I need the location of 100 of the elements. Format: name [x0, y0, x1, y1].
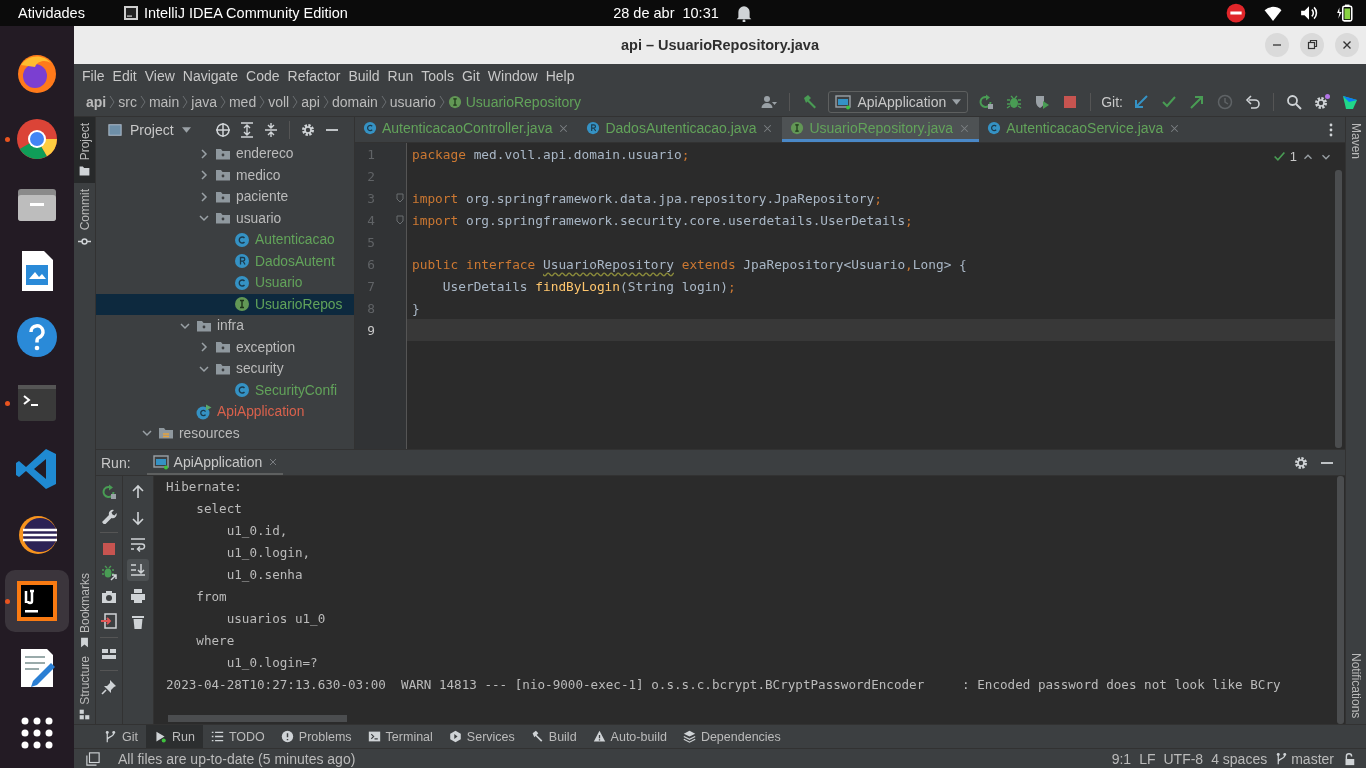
- shield-play-icon[interactable]: [1034, 93, 1051, 110]
- push-arrow-icon[interactable]: [1189, 93, 1205, 110]
- breadcrumb-item[interactable]: med: [226, 93, 259, 110]
- tool-window-button[interactable]: Dependencies: [674, 725, 789, 748]
- scrollbar-thumb[interactable]: [168, 715, 347, 722]
- caret-icon[interactable]: [181, 127, 191, 133]
- maximize-button[interactable]: [1300, 33, 1324, 57]
- bug-icon[interactable]: [1006, 93, 1023, 110]
- line-separator[interactable]: LF: [1139, 750, 1156, 767]
- undo-icon[interactable]: [1245, 93, 1261, 110]
- menu-item[interactable]: Refactor: [284, 67, 344, 84]
- editor-tab[interactable]: DadosAutenticacao.java: [578, 117, 783, 142]
- tree-item[interactable]: DadosAutent: [255, 253, 335, 269]
- stop-icon[interactable]: [1062, 93, 1079, 110]
- search-icon[interactable]: [1286, 93, 1302, 110]
- app-icon[interactable]: [122, 5, 139, 21]
- tree-item[interactable]: medico: [236, 167, 281, 183]
- menu-item[interactable]: Edit: [109, 67, 140, 84]
- scrollbar-thumb[interactable]: [1335, 170, 1342, 448]
- tool-window-tab[interactable]: Maven: [1346, 117, 1366, 166]
- tool-window-tab[interactable]: Commit: [74, 183, 95, 254]
- trash-icon[interactable]: [130, 614, 146, 630]
- breadcrumb-item[interactable]: main: [146, 93, 182, 110]
- file-encoding[interactable]: UTF-8: [1163, 750, 1204, 767]
- exit-icon[interactable]: [101, 613, 117, 629]
- menu-item[interactable]: Window: [484, 67, 541, 84]
- bug-icon[interactable]: [101, 565, 117, 581]
- rerun-icon[interactable]: [978, 93, 995, 110]
- rerun-icon[interactable]: [101, 484, 117, 500]
- activities-button[interactable]: Atividades: [18, 5, 85, 21]
- breadcrumb-item[interactable]: voll: [266, 93, 292, 110]
- panel-toggle-icon[interactable]: [86, 751, 100, 766]
- tree-item[interactable]: endereco: [236, 146, 294, 162]
- wrench-icon[interactable]: [101, 508, 117, 524]
- tree-item[interactable]: SecurityConfi: [255, 382, 338, 398]
- expand-all-icon[interactable]: [238, 122, 255, 138]
- do-not-disturb-icon[interactable]: [1226, 3, 1246, 23]
- scrollbar-thumb[interactable]: [1336, 476, 1344, 724]
- app-menu[interactable]: IntelliJ IDEA Community Edition: [143, 5, 348, 21]
- settings-icon[interactable]: [1314, 93, 1330, 110]
- tree-item[interactable]: usuario: [236, 210, 282, 226]
- pin-icon[interactable]: [101, 679, 117, 695]
- camera-icon[interactable]: [101, 589, 117, 605]
- git-branch[interactable]: master: [1275, 750, 1334, 767]
- tree-item[interactable]: Usuario: [255, 275, 303, 291]
- tree-item[interactable]: Autenticacao: [255, 232, 335, 248]
- tool-window-tab[interactable]: Structure: [74, 652, 95, 724]
- clock-date[interactable]: 28 de abr: [613, 5, 675, 21]
- inspection-count[interactable]: 1: [1289, 149, 1297, 164]
- run-configuration-dropdown[interactable]: ApiApplication: [828, 90, 969, 113]
- tool-window-button[interactable]: Run: [146, 725, 203, 748]
- menu-item[interactable]: Help: [542, 67, 578, 84]
- menu-item[interactable]: File: [79, 67, 108, 84]
- tree-item[interactable]: paciente: [236, 189, 289, 205]
- update-arrow-icon[interactable]: [1133, 93, 1149, 110]
- arrow-down-icon[interactable]: [130, 510, 146, 526]
- fold-marker-icon[interactable]: [396, 215, 404, 225]
- tool-window-button[interactable]: Git: [96, 725, 146, 748]
- tool-window-tab[interactable]: Project: [74, 117, 95, 184]
- breadcrumb-item[interactable]: src: [116, 93, 139, 110]
- indent-setting[interactable]: 4 spaces: [1211, 750, 1268, 767]
- collapse-all-icon[interactable]: [262, 122, 279, 138]
- user-icon[interactable]: [761, 93, 778, 110]
- tool-window-button[interactable]: Build: [522, 725, 585, 748]
- tree-item[interactable]: exception: [236, 339, 296, 355]
- arrow-up-icon[interactable]: [130, 484, 146, 500]
- stop-icon[interactable]: [101, 541, 117, 557]
- settings-icon[interactable]: [299, 122, 316, 138]
- breadcrumb-item[interactable]: UsuarioRepository: [445, 93, 583, 110]
- hammer-icon[interactable]: [802, 93, 819, 110]
- volume-icon[interactable]: [1300, 4, 1318, 22]
- breadcrumb-item[interactable]: api: [84, 93, 109, 110]
- fold-marker-icon[interactable]: [396, 193, 404, 203]
- tool-window-button[interactable]: Problems: [272, 725, 360, 748]
- menu-item[interactable]: Tools: [418, 67, 457, 84]
- minimize-button[interactable]: [1265, 33, 1289, 57]
- bell-icon[interactable]: [734, 4, 753, 22]
- print-icon[interactable]: [130, 588, 146, 604]
- menu-item[interactable]: View: [141, 67, 178, 84]
- breadcrumb-item[interactable]: api: [299, 93, 322, 110]
- tree-item[interactable]: ApiApplication: [217, 404, 305, 420]
- menu-item[interactable]: Git: [458, 67, 483, 84]
- breadcrumb-item[interactable]: java: [189, 93, 219, 110]
- menu-item[interactable]: Navigate: [179, 67, 242, 84]
- close-button[interactable]: [1335, 33, 1359, 57]
- menu-item[interactable]: Run: [384, 67, 417, 84]
- clock-time[interactable]: 10:31: [682, 5, 719, 21]
- editor-tab[interactable]: AutenticacaoController.java: [355, 117, 579, 142]
- breadcrumb-item[interactable]: domain: [329, 93, 380, 110]
- tree-item[interactable]: infra: [217, 318, 244, 334]
- tool-window-tab[interactable]: Notifications: [1346, 646, 1366, 724]
- target-icon[interactable]: [214, 122, 231, 138]
- tool-window-button[interactable]: Auto-build: [584, 725, 675, 748]
- wifi-icon[interactable]: [1264, 4, 1282, 22]
- logo-icon[interactable]: [1342, 93, 1358, 110]
- scroll-to-end-icon[interactable]: [130, 562, 146, 578]
- battery-icon[interactable]: [1336, 4, 1354, 22]
- tool-window-button[interactable]: Services: [440, 725, 523, 748]
- soft-wrap-icon[interactable]: [130, 536, 146, 552]
- tool-window-tab[interactable]: Bookmarks: [74, 569, 95, 653]
